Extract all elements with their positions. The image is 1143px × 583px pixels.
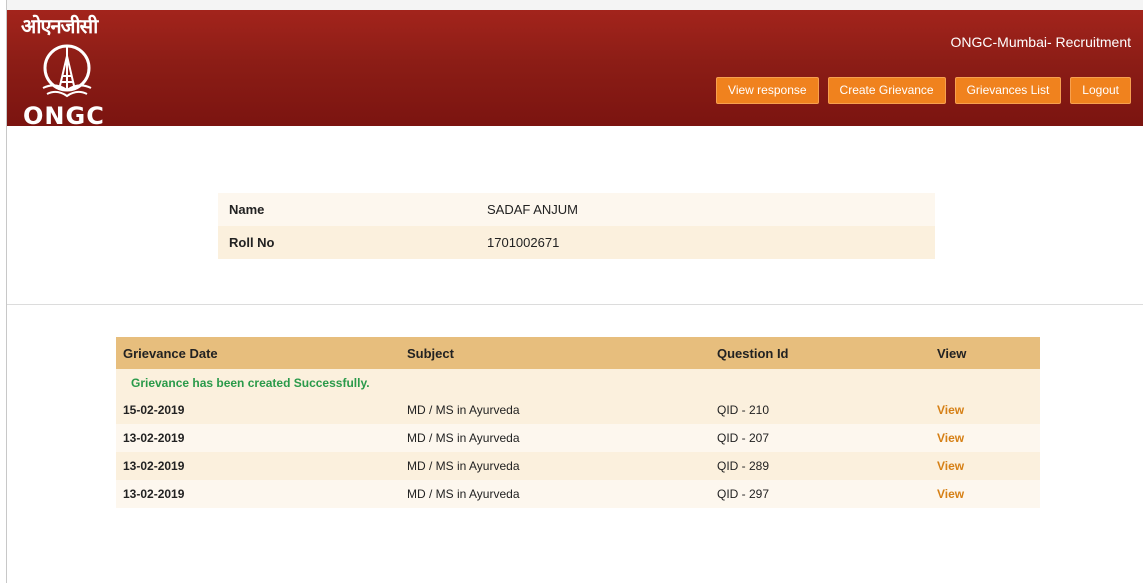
logo-text: ONGC bbox=[23, 102, 105, 130]
table-row: 13-02-2019 MD / MS in Ayurveda QID - 289… bbox=[116, 452, 1040, 480]
column-header-view: View bbox=[930, 337, 1040, 369]
table-row: 13-02-2019 MD / MS in Ayurveda QID - 297… bbox=[116, 480, 1040, 508]
roll-row: Roll No 1701002671 bbox=[218, 226, 935, 259]
success-message: Grievance has been created Successfully. bbox=[116, 369, 1040, 396]
app-title: ONGC-Mumbai- Recruitment bbox=[950, 34, 1131, 50]
grievance-date: 13-02-2019 bbox=[116, 452, 400, 480]
view-link[interactable]: View bbox=[937, 487, 964, 501]
header-bar: ओएनजीसी ONGC ONGC-Mumbai- Recruitment Vi… bbox=[7, 0, 1143, 130]
candidate-info-table: Name SADAF ANJUM Roll No 1701002671 bbox=[218, 193, 935, 259]
grievance-question-id: QID - 207 bbox=[710, 424, 930, 452]
grievance-date: 15-02-2019 bbox=[116, 396, 400, 424]
table-row: 13-02-2019 MD / MS in Ayurveda QID - 207… bbox=[116, 424, 1040, 452]
grievance-subject: MD / MS in Ayurveda bbox=[400, 452, 710, 480]
view-link[interactable]: View bbox=[937, 459, 964, 473]
ongc-logo[interactable]: ओएनजीसी ONGC bbox=[21, 12, 131, 130]
view-response-button[interactable]: View response bbox=[716, 77, 819, 104]
grievance-question-id: QID - 297 bbox=[710, 480, 930, 508]
grievance-question-id: QID - 210 bbox=[710, 396, 930, 424]
name-value: SADAF ANJUM bbox=[476, 193, 935, 226]
grievance-subject: MD / MS in Ayurveda bbox=[400, 424, 710, 452]
grievances-list-button[interactable]: Grievances List bbox=[954, 77, 1062, 104]
oil-rig-icon bbox=[42, 44, 92, 98]
grievance-date: 13-02-2019 bbox=[116, 480, 400, 508]
column-header-subject: Subject bbox=[400, 337, 710, 369]
create-grievance-button[interactable]: Create Grievance bbox=[827, 77, 946, 104]
grievances-table: Grievance Date Subject Question Id View … bbox=[116, 337, 1040, 508]
logout-button[interactable]: Logout bbox=[1070, 77, 1131, 104]
grievance-subject: MD / MS in Ayurveda bbox=[400, 396, 710, 424]
name-label: Name bbox=[218, 193, 476, 226]
column-header-question-id: Question Id bbox=[710, 337, 930, 369]
view-link[interactable]: View bbox=[937, 431, 964, 445]
table-row: 15-02-2019 MD / MS in Ayurveda QID - 210… bbox=[116, 396, 1040, 424]
column-header-date: Grievance Date bbox=[116, 337, 400, 369]
grievance-question-id: QID - 289 bbox=[710, 452, 930, 480]
name-row: Name SADAF ANJUM bbox=[218, 193, 935, 226]
logo-hindi-text: ओएनजीसी bbox=[21, 14, 98, 38]
view-link[interactable]: View bbox=[937, 403, 964, 417]
nav-bar: View response Create Grievance Grievance… bbox=[716, 77, 1131, 104]
grievance-date: 13-02-2019 bbox=[116, 424, 400, 452]
section-divider bbox=[7, 304, 1143, 305]
roll-value: 1701002671 bbox=[476, 226, 935, 259]
roll-label: Roll No bbox=[218, 226, 476, 259]
table-header-row: Grievance Date Subject Question Id View bbox=[116, 337, 1040, 369]
grievance-subject: MD / MS in Ayurveda bbox=[400, 480, 710, 508]
success-message-row: Grievance has been created Successfully. bbox=[116, 369, 1040, 396]
